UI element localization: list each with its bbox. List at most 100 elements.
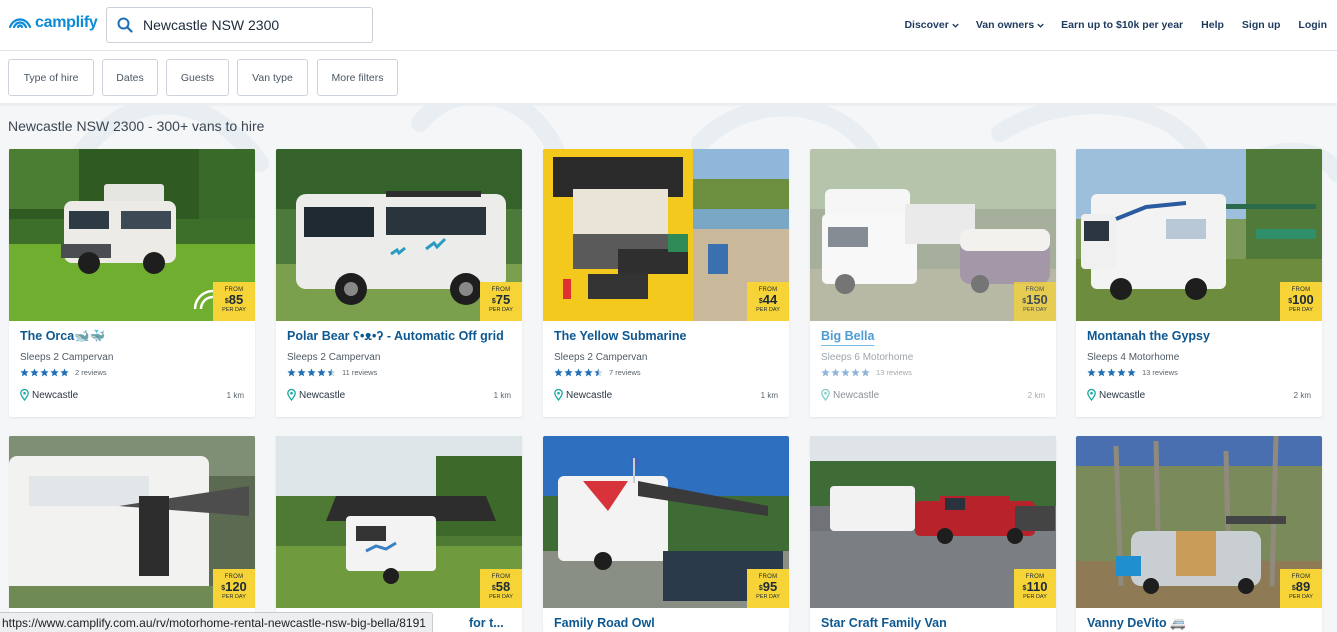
listing-sleeps: Sleeps 6 Motorhome <box>821 352 914 363</box>
nav-earn[interactable]: Earn up to $10k per year <box>1061 19 1183 31</box>
price-amount: $44 <box>747 293 789 306</box>
price-currency: $ <box>1022 298 1027 305</box>
star-icon <box>861 368 870 377</box>
listing-rating: 11 reviews <box>287 368 377 377</box>
price-badge: FROM $100 PER DAY <box>1280 282 1322 321</box>
price-amount: $85 <box>213 293 255 306</box>
listing-distance: 1 km <box>493 391 511 400</box>
star-icon <box>1107 368 1116 377</box>
price-badge: FROM $58 PER DAY <box>480 569 522 608</box>
filter-guests[interactable]: Guests <box>166 59 229 96</box>
price-value: 75 <box>495 292 511 307</box>
price-per-day-label: PER DAY <box>222 594 246 600</box>
filter-dates[interactable]: Dates <box>102 59 158 96</box>
camplify-logo[interactable]: camplify <box>8 13 98 33</box>
nav-discover-label: Discover <box>904 19 949 31</box>
price-value: 110 <box>1026 579 1048 594</box>
listing-card[interactable]: FROM $89 PER DAY Vanny DeVito 🚐 <box>1076 436 1322 632</box>
chevron-down-icon <box>1037 23 1044 28</box>
listing-card[interactable]: FROM $120 PER DAY <box>9 436 255 632</box>
filter-bar: Type of hire Dates Guests Van type More … <box>0 51 1337 103</box>
listing-title[interactable]: Vanny DeVito 🚐 <box>1087 616 1186 631</box>
star-icon <box>40 368 49 377</box>
star-icon <box>1127 368 1136 377</box>
price-amount: $150 <box>1014 293 1056 306</box>
listing-card[interactable]: FROM $100 PER DAY Montanah the Gypsy Sle… <box>1076 149 1322 417</box>
price-value: 89 <box>1295 579 1311 594</box>
star-icon <box>297 368 306 377</box>
price-amount: $58 <box>480 580 522 593</box>
star-icon <box>287 368 296 377</box>
price-amount: $95 <box>747 580 789 593</box>
price-amount: $89 <box>1280 580 1322 593</box>
listing-title[interactable]: The Orca🐋🐳 <box>20 329 105 344</box>
listing-card[interactable]: FROM $110 PER DAY Star Craft Family Van <box>810 436 1056 632</box>
listing-title[interactable]: Montanah the Gypsy <box>1087 329 1210 343</box>
listing-title[interactable]: for t... <box>469 616 504 630</box>
listing-title[interactable]: Big Bella <box>821 329 875 343</box>
listing-reviews: 13 reviews <box>876 368 912 377</box>
listing-title[interactable]: Family Road Owl <box>554 616 655 630</box>
listing-card[interactable]: FROM $85 PER DAY The Orca🐋🐳 Sleeps 2 Cam… <box>9 149 255 417</box>
listing-reviews: 13 reviews <box>1142 368 1178 377</box>
price-per-day-label: PER DAY <box>1289 307 1313 313</box>
price-badge: FROM $44 PER DAY <box>747 282 789 321</box>
listing-sleeps: Sleeps 2 Campervan <box>287 352 381 363</box>
nav-signup[interactable]: Sign up <box>1242 19 1281 31</box>
price-value: 150 <box>1026 292 1048 307</box>
listing-location-label: Newcastle <box>32 389 79 401</box>
price-value: 120 <box>225 579 247 594</box>
price-currency: $ <box>491 585 496 592</box>
star-icon <box>841 368 850 377</box>
star-icon <box>851 368 860 377</box>
nav-van-owners[interactable]: Van owners <box>976 19 1045 31</box>
listing-location-label: Newcastle <box>566 389 613 401</box>
price-badge: FROM $75 PER DAY <box>480 282 522 321</box>
star-icon <box>50 368 59 377</box>
filter-van-type[interactable]: Van type <box>237 59 308 96</box>
listing-location: Newcastle <box>821 389 879 401</box>
price-currency: $ <box>491 298 496 305</box>
nav-login[interactable]: Login <box>1298 19 1327 31</box>
price-per-day-label: PER DAY <box>756 307 780 313</box>
filter-more-filters[interactable]: More filters <box>317 59 398 96</box>
price-badge: FROM $89 PER DAY <box>1280 569 1322 608</box>
price-badge: FROM $85 PER DAY <box>213 282 255 321</box>
listing-title[interactable]: The Yellow Submarine <box>554 329 686 343</box>
listing-location-label: Newcastle <box>1099 389 1146 401</box>
listing-card[interactable]: FROM $75 PER DAY Polar Bear ʕ•ᴥ•ʔ - Auto… <box>276 149 522 417</box>
price-value: 58 <box>495 579 511 594</box>
nav-help[interactable]: Help <box>1201 19 1224 31</box>
price-value: 95 <box>762 579 778 594</box>
location-search-input[interactable] <box>143 17 363 33</box>
listing-location: Newcastle <box>1087 389 1145 401</box>
star-icon <box>584 368 593 377</box>
star-icon <box>554 368 563 377</box>
listing-title[interactable]: Star Craft Family Van <box>821 616 947 630</box>
listing-card[interactable]: FROM $150 PER DAY Big Bella Sleeps 6 Mot… <box>810 149 1056 417</box>
price-badge: FROM $120 PER DAY <box>213 569 255 608</box>
star-icon <box>307 368 316 377</box>
listing-title[interactable]: Polar Bear ʕ•ᴥ•ʔ - Automatic Off grid <box>287 329 504 343</box>
listing-card[interactable]: FROM $44 PER DAY The Yellow Submarine Sl… <box>543 149 789 417</box>
top-navigation-bar: camplify Discover Van owners Earn up to … <box>0 0 1337 51</box>
nav-discover[interactable]: Discover <box>904 19 959 31</box>
filter-type-of-hire[interactable]: Type of hire <box>8 59 94 96</box>
price-value: 100 <box>1292 292 1314 307</box>
star-icon <box>60 368 69 377</box>
star-icon <box>574 368 583 377</box>
listing-card[interactable]: FROM $58 PER DAY for t... <box>276 436 522 632</box>
location-pin-icon <box>554 389 563 401</box>
star-icon <box>564 368 573 377</box>
listing-rating: 7 reviews <box>554 368 641 377</box>
price-per-day-label: PER DAY <box>756 594 780 600</box>
star-icon <box>1087 368 1096 377</box>
listing-rating: 13 reviews <box>821 368 912 377</box>
price-per-day-label: PER DAY <box>222 307 246 313</box>
price-per-day-label: PER DAY <box>489 307 513 313</box>
listing-location-label: Newcastle <box>833 389 880 401</box>
listing-card[interactable]: FROM $95 PER DAY Family Road Owl <box>543 436 789 632</box>
listing-reviews: 2 reviews <box>75 368 107 377</box>
location-search[interactable] <box>106 7 373 43</box>
star-icon <box>1097 368 1106 377</box>
